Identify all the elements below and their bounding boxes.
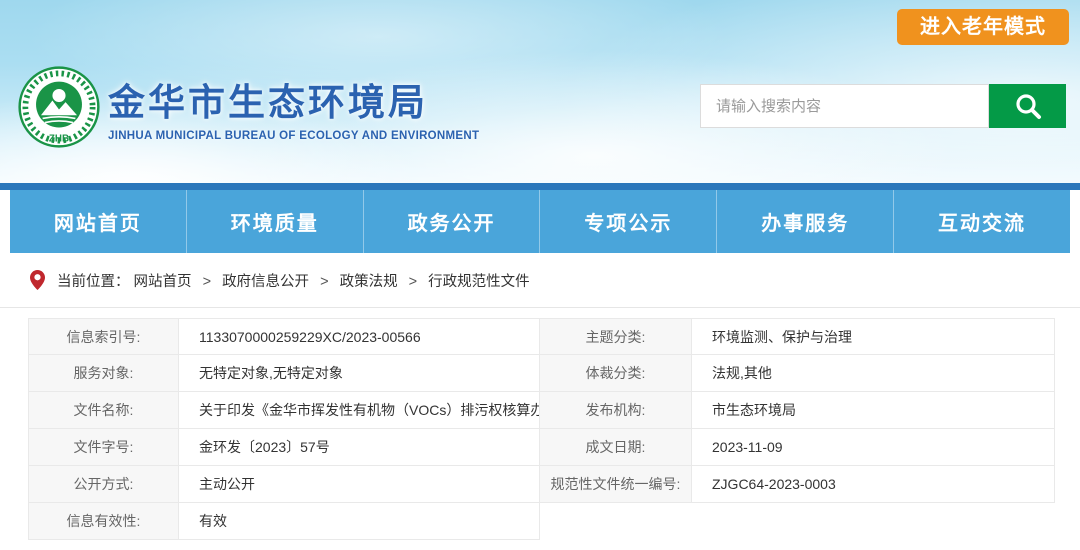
breadcrumb-separator: > [409, 274, 417, 290]
row-value: 无特定对象,无特定对象 [179, 355, 539, 391]
table-row: 主题分类: 环境监测、保护与治理 [540, 318, 1055, 355]
table-row: 规范性文件统一编号: ZJGC64-2023-0003 [540, 466, 1055, 503]
table-row: 发布机构: 市生态环境局 [540, 392, 1055, 429]
nav-item-services[interactable]: 办事服务 [717, 190, 894, 253]
row-label: 信息有效性: [29, 503, 179, 539]
nav-item-env-quality[interactable]: 环境质量 [187, 190, 364, 253]
site-header: 进入老年模式 ZHB 金华市生态环境局 JINHUA MUNICIPAL BUR… [0, 0, 1080, 183]
table-row: 公开方式: 主动公开 [28, 466, 540, 503]
breadcrumb-item-gov-info[interactable]: 政府信息公开 [222, 274, 309, 290]
breadcrumb-item-policy[interactable]: 政策法规 [340, 274, 398, 290]
search-button[interactable] [989, 84, 1066, 128]
site-title-english: JINHUA MUNICIPAL BUREAU OF ECOLOGY AND E… [108, 130, 479, 142]
breadcrumb-item-home[interactable]: 网站首页 [134, 274, 192, 290]
row-label: 公开方式: [29, 466, 179, 502]
nav-top-stripe [0, 183, 1080, 190]
table-row: 信息索引号: 1133070000259229XC/2023-00566 [28, 318, 540, 355]
bureau-logo-icon[interactable]: ZHB [18, 66, 100, 148]
search-icon [1013, 91, 1043, 121]
nav-item-gov-info[interactable]: 政务公开 [364, 190, 541, 253]
row-value: 市生态环境局 [692, 392, 1054, 428]
row-value: 法规,其他 [692, 355, 1054, 391]
table-row: 成文日期: 2023-11-09 [540, 429, 1055, 466]
breadcrumb-item-normative-docs[interactable]: 行政规范性文件 [428, 274, 530, 290]
row-label: 服务对象: [29, 355, 179, 391]
row-label: 文件名称: [29, 392, 179, 428]
row-value: ZJGC64-2023-0003 [692, 466, 1054, 502]
document-info-table: 信息索引号: 1133070000259229XC/2023-00566 服务对… [28, 318, 1055, 540]
location-pin-icon [30, 270, 45, 290]
breadcrumb-bar: 当前位置： 网站首页 > 政府信息公开 > 政策法规 > 行政规范性文件 [0, 253, 1080, 308]
row-label: 发布机构: [540, 392, 692, 428]
table-row: 信息有效性: 有效 [28, 503, 540, 540]
row-label: 成文日期: [540, 429, 692, 465]
breadcrumb-separator: > [203, 274, 211, 290]
row-value: 关于印发《金华市挥发性有机物（VOCs）排污权核算办法（... [179, 392, 539, 428]
row-label: 规范性文件统一编号: [540, 466, 692, 502]
nav-item-interaction[interactable]: 互动交流 [894, 190, 1070, 253]
row-label: 主题分类: [540, 319, 692, 354]
row-value: 1133070000259229XC/2023-00566 [179, 319, 539, 354]
row-value: 有效 [179, 503, 539, 539]
table-row: 体裁分类: 法规,其他 [540, 355, 1055, 392]
nav-item-special[interactable]: 专项公示 [540, 190, 717, 253]
search-bar [700, 84, 1066, 128]
info-table-right-column: 主题分类: 环境监测、保护与治理 体裁分类: 法规,其他 发布机构: 市生态环境… [540, 318, 1055, 503]
page: 进入老年模式 ZHB 金华市生态环境局 JINHUA MUNICIPAL BUR… [0, 0, 1080, 550]
site-title: 金华市生态环境局 [108, 72, 479, 126]
breadcrumb-prefix: 当前位置： [57, 274, 130, 290]
table-row: 文件名称: 关于印发《金华市挥发性有机物（VOCs）排污权核算办法（... [28, 392, 540, 429]
main-nav: 网站首页 环境质量 政务公开 专项公示 办事服务 互动交流 [10, 190, 1070, 253]
table-row: 文件字号: 金环发〔2023〕57号 [28, 429, 540, 466]
breadcrumb: 当前位置： 网站首页 > 政府信息公开 > 政策法规 > 行政规范性文件 [57, 270, 530, 291]
row-value: 2023-11-09 [692, 429, 1054, 465]
nav-item-home[interactable]: 网站首页 [10, 190, 187, 253]
svg-text:ZHB: ZHB [49, 133, 69, 144]
row-label: 体裁分类: [540, 355, 692, 391]
info-table-left-column: 信息索引号: 1133070000259229XC/2023-00566 服务对… [28, 318, 540, 540]
row-label: 文件字号: [29, 429, 179, 465]
elder-mode-button[interactable]: 进入老年模式 [897, 9, 1069, 45]
search-input[interactable] [700, 84, 989, 128]
site-brand: 金华市生态环境局 JINHUA MUNICIPAL BUREAU OF ECOL… [108, 72, 479, 142]
row-value: 金环发〔2023〕57号 [179, 429, 539, 465]
breadcrumb-separator: > [320, 274, 328, 290]
row-value: 主动公开 [179, 466, 539, 502]
row-value: 环境监测、保护与治理 [692, 319, 1054, 354]
table-row: 服务对象: 无特定对象,无特定对象 [28, 355, 540, 392]
row-label: 信息索引号: [29, 319, 179, 354]
